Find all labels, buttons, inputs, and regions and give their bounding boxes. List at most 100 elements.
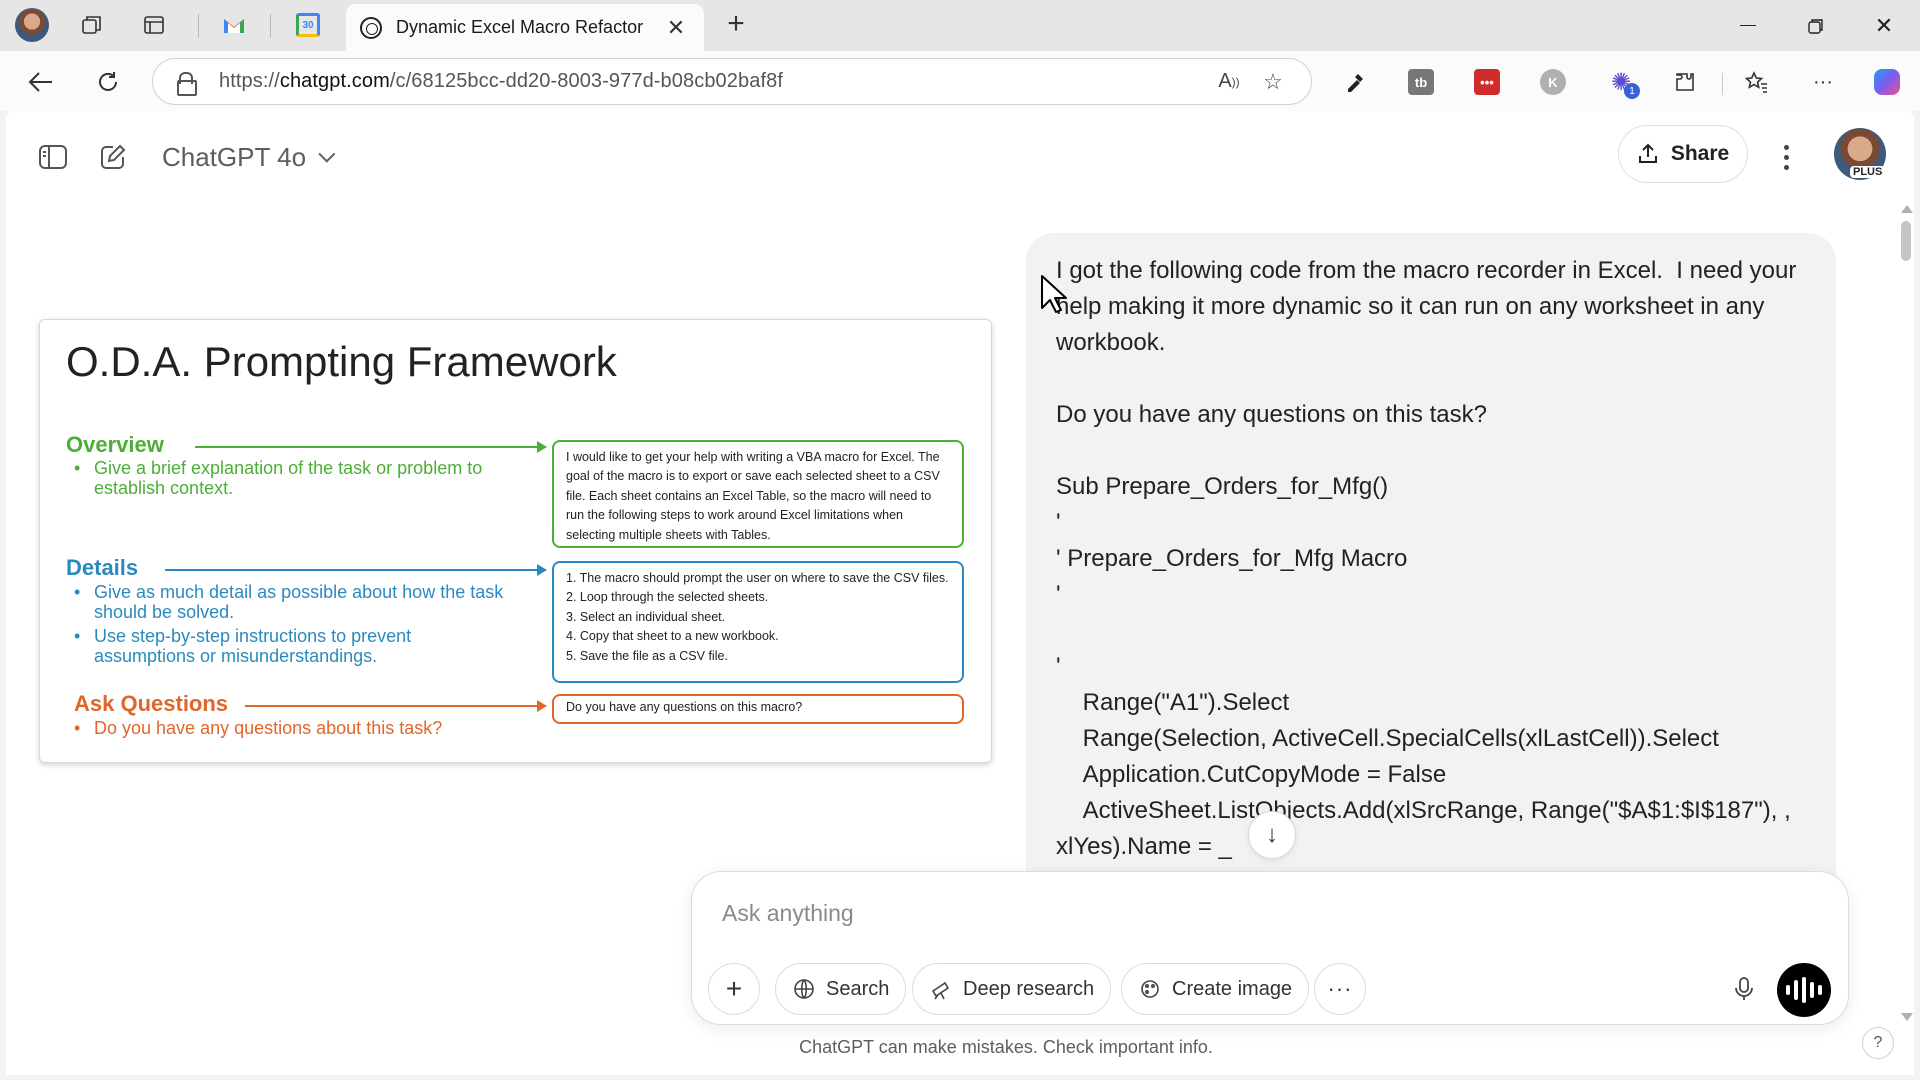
attach-button[interactable]: + xyxy=(708,963,760,1015)
code-line: Sub Prepare_Orders_for_Mfg() xyxy=(1056,473,1389,500)
refresh-button[interactable] xyxy=(89,63,127,101)
toolbar-separator xyxy=(1722,73,1723,95)
code-line: ActiveSheet.ListObjects.Add(xlSrcRange, … xyxy=(1056,797,1791,824)
details-bullet: Use step-by-step instructions to prevent… xyxy=(66,626,506,666)
favorites-icon[interactable] xyxy=(1740,65,1774,99)
chevron-down-icon xyxy=(318,145,336,163)
plan-badge: PLUS xyxy=(1850,166,1886,178)
code-line: xlYes).Name = _ xyxy=(1056,833,1232,860)
read-aloud-icon[interactable]: A)) xyxy=(1207,63,1251,101)
gmail-tab-icon[interactable] xyxy=(216,8,252,42)
deep-research-button[interactable]: Deep research xyxy=(912,963,1112,1015)
ask-questions-arrow xyxy=(245,700,547,712)
new-chat-icon[interactable] xyxy=(91,135,135,179)
voice-mode-button[interactable] xyxy=(1777,963,1831,1017)
details-step: 5. Save the file as a CSV file. xyxy=(566,648,728,663)
microphone-icon[interactable] xyxy=(1718,963,1770,1015)
active-tab-title: Dynamic Excel Macro Refactor xyxy=(396,17,644,37)
url-domain: chatgpt.com xyxy=(279,70,390,92)
user-message-question: Do you have any questions on this task? xyxy=(1056,401,1487,428)
more-tools-button[interactable]: ··· xyxy=(1314,963,1366,1015)
tab-separator xyxy=(198,14,199,38)
create-image-button[interactable]: Create image xyxy=(1121,963,1310,1015)
favorite-star-icon[interactable]: ☆ xyxy=(1251,63,1295,101)
overview-arrow xyxy=(195,441,547,453)
deep-research-label: Deep research xyxy=(963,977,1095,1000)
puzzle-badge-extension-icon[interactable]: ✺ 1 xyxy=(1604,65,1640,99)
url-text[interactable]: https://chatgpt.com/c/68125bcc-dd20-8003… xyxy=(219,70,1207,93)
extensions-icon[interactable] xyxy=(1668,65,1702,99)
conversation-options-icon[interactable] xyxy=(1766,137,1806,177)
chatgpt-favicon-icon xyxy=(360,16,382,39)
details-step: 1. The macro should prompt the user on w… xyxy=(566,571,949,585)
url-path: /c/68125bcc-dd20-8003-977d-b08cb02baf8f xyxy=(389,70,783,92)
profile-avatar[interactable] xyxy=(14,8,50,42)
scroll-to-bottom-button[interactable]: ↓ xyxy=(1248,811,1296,859)
back-button[interactable] xyxy=(22,63,60,101)
telescope-icon xyxy=(929,977,953,1001)
red-extension-icon[interactable]: ••• xyxy=(1470,65,1504,99)
share-label: Share xyxy=(1670,142,1730,165)
scrollbar-thumb[interactable] xyxy=(1901,221,1911,261)
workspaces-icon[interactable] xyxy=(74,8,110,42)
message-composer[interactable]: Ask anything + Search Deep research Crea… xyxy=(691,871,1849,1025)
details-step: 2. Loop through the selected sheets. xyxy=(566,590,769,605)
code-line: ' xyxy=(1056,581,1061,608)
copilot-icon[interactable] xyxy=(1870,65,1904,99)
ask-questions-example-box: Do you have any questions on this macro? xyxy=(552,694,964,724)
close-tab-icon[interactable]: ✕ xyxy=(662,15,690,41)
chatgpt-page: ChatGPT 4o Share PLUS O.D.A. Prompting F… xyxy=(6,111,1914,1075)
scroll-up-arrow-icon[interactable] xyxy=(1901,205,1913,213)
overview-example-box: I would like to get your help with writi… xyxy=(552,440,964,548)
model-name: ChatGPT 4o xyxy=(162,141,307,172)
paint-icon xyxy=(1138,977,1162,1001)
ask-questions-bullet: Do you have any questions about this tas… xyxy=(66,718,506,738)
code-line: ' Prepare_Orders_for_Mfg Macro xyxy=(1056,545,1408,572)
scroll-down-arrow-icon[interactable] xyxy=(1901,1013,1913,1021)
search-button[interactable]: Search xyxy=(775,963,907,1015)
model-selector[interactable]: ChatGPT 4o xyxy=(162,137,336,177)
tab-actions-icon[interactable] xyxy=(136,8,172,42)
browser-toolbar: https://chatgpt.com/c/68125bcc-dd20-8003… xyxy=(0,51,1920,111)
code-line: Application.CutCopyMode = False xyxy=(1056,761,1447,788)
share-icon xyxy=(1637,143,1659,165)
details-example-box: 1. The macro should prompt the user on w… xyxy=(552,561,964,683)
composer-input[interactable]: Ask anything xyxy=(722,900,854,927)
ask-questions-heading: Ask Questions xyxy=(74,691,229,716)
eyedropper-extension-icon[interactable] xyxy=(1338,65,1372,99)
tb-extension-icon[interactable]: tb xyxy=(1404,65,1438,99)
calendar-tab-icon[interactable]: 30 xyxy=(290,8,326,42)
help-button[interactable]: ? xyxy=(1862,1027,1894,1059)
user-message-intro: I got the following code from the macro … xyxy=(1056,257,1804,356)
restore-window-button[interactable] xyxy=(1782,0,1850,51)
active-tab[interactable]: Dynamic Excel Macro Refactor ✕ xyxy=(346,4,704,51)
lock-icon[interactable] xyxy=(177,71,197,96)
tab-separator xyxy=(270,14,271,38)
browser-tab-strip: 30 Dynamic Excel Macro Refactor ✕ + ✕ xyxy=(0,0,1920,51)
k-extension-icon[interactable]: K xyxy=(1536,65,1570,99)
overview-bullet: Give a brief explanation of the task or … xyxy=(66,458,506,498)
framework-image[interactable]: O.D.A. Prompting Framework Overview Give… xyxy=(39,319,992,763)
framework-title: O.D.A. Prompting Framework xyxy=(66,338,617,385)
extension-badge: 1 xyxy=(1624,83,1640,99)
mouse-cursor-icon xyxy=(1041,275,1067,313)
url-prefix: https:// xyxy=(219,70,280,92)
share-button[interactable]: Share xyxy=(1618,125,1748,183)
create-image-label: Create image xyxy=(1172,977,1293,1000)
disclaimer-text: ChatGPT can make mistakes. Check importa… xyxy=(799,1037,1213,1057)
details-step: 3. Select an individual sheet. xyxy=(566,609,726,624)
more-options-icon[interactable]: ··· xyxy=(1806,65,1840,99)
code-line: ' xyxy=(1056,509,1061,536)
code-line: Range("A1").Select xyxy=(1056,689,1290,716)
code-line: ' xyxy=(1056,653,1061,680)
sidebar-toggle-icon[interactable] xyxy=(31,135,75,179)
details-heading: Details xyxy=(66,555,139,580)
search-label: Search xyxy=(826,977,890,1000)
page-scrollbar[interactable] xyxy=(1898,201,1914,1021)
close-window-button[interactable]: ✕ xyxy=(1850,0,1918,51)
minimize-window-button[interactable] xyxy=(1714,0,1782,51)
address-bar[interactable]: https://chatgpt.com/c/68125bcc-dd20-8003… xyxy=(152,58,1312,105)
new-tab-button[interactable]: + xyxy=(718,8,754,42)
